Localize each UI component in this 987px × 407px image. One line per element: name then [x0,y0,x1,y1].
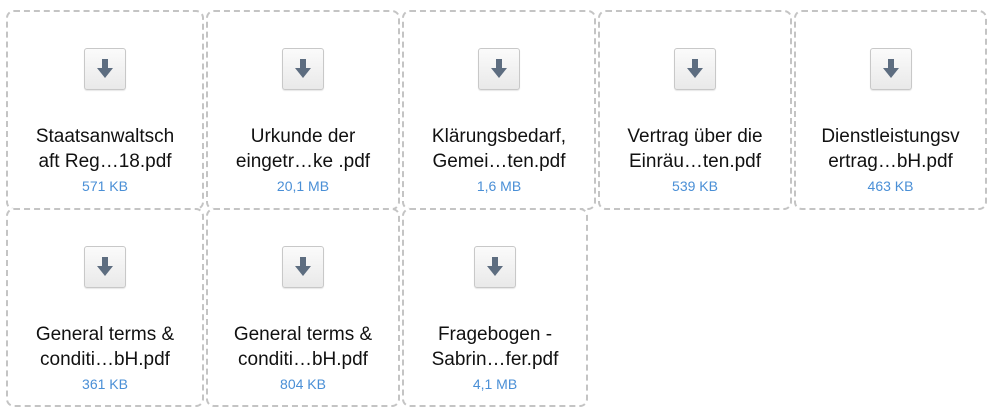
attachment-tile[interactable]: Klärungsbedarf, Gemei…ten.pdf 1,6 MB [402,10,596,210]
attachment-filename-line1: Fragebogen - [437,324,553,345]
attachment-filesize: 20,1 MB [276,178,330,194]
attachment-filename-line2: Gemei…ten.pdf [432,151,566,172]
attachment-filename-line1: Urkunde der [250,126,356,147]
attachment-filename-line1: Klärungsbedarf, [431,126,567,147]
download-arrow-icon[interactable] [84,48,126,90]
attachment-filename-line2: Einräu…ten.pdf [628,151,762,172]
attachment-filename-line2: ertrag…bH.pdf [828,151,953,172]
attachment-filesize: 539 KB [672,178,718,194]
attachment-filename-line1: General terms & [35,324,175,345]
attachment-filesize: 804 KB [280,376,326,392]
download-arrow-icon[interactable] [674,48,716,90]
download-arrow-icon[interactable] [282,246,324,288]
attachment-filesize: 1,6 MB [476,178,522,194]
attachment-tile[interactable]: Urkunde der eingetr…ke .pdf 20,1 MB [206,10,400,210]
download-arrow-icon[interactable] [84,246,126,288]
attachment-filesize: 361 KB [82,376,128,392]
attachment-filename-line2: conditi…bH.pdf [238,349,368,370]
attachment-grid: Staatsanwaltsch aft Reg…18.pdf 571 KB Ur… [0,0,987,407]
attachment-tile[interactable]: General terms & conditi…bH.pdf 361 KB [6,208,204,407]
attachment-filename-line2: conditi…bH.pdf [40,349,170,370]
download-arrow-icon[interactable] [870,48,912,90]
attachment-filename-line1: Vertrag über die [627,126,763,147]
attachment-filesize: 571 KB [82,178,128,194]
attachment-tile[interactable]: Staatsanwaltsch aft Reg…18.pdf 571 KB [6,10,204,210]
attachment-filename-line2: aft Reg…18.pdf [38,151,172,172]
attachment-filename-line2: Sabrin…fer.pdf [431,349,559,370]
attachment-filename-line1: Dienstleistungsv [821,126,960,147]
download-arrow-icon[interactable] [474,246,516,288]
download-arrow-icon[interactable] [478,48,520,90]
attachment-tile[interactable]: Dienstleistungsv ertrag…bH.pdf 463 KB [794,10,987,210]
attachment-tile[interactable]: Fragebogen - Sabrin…fer.pdf 4,1 MB [402,208,588,407]
attachment-tile[interactable]: General terms & conditi…bH.pdf 804 KB [206,208,400,407]
attachment-filename-line1: Staatsanwaltsch [35,126,175,147]
attachment-tile[interactable]: Vertrag über die Einräu…ten.pdf 539 KB [598,10,792,210]
attachment-filename-line1: General terms & [233,324,373,345]
attachment-filename-line2: eingetr…ke .pdf [235,151,371,172]
download-arrow-icon[interactable] [282,48,324,90]
attachment-filesize: 4,1 MB [472,376,518,392]
attachment-filesize: 463 KB [867,178,914,194]
